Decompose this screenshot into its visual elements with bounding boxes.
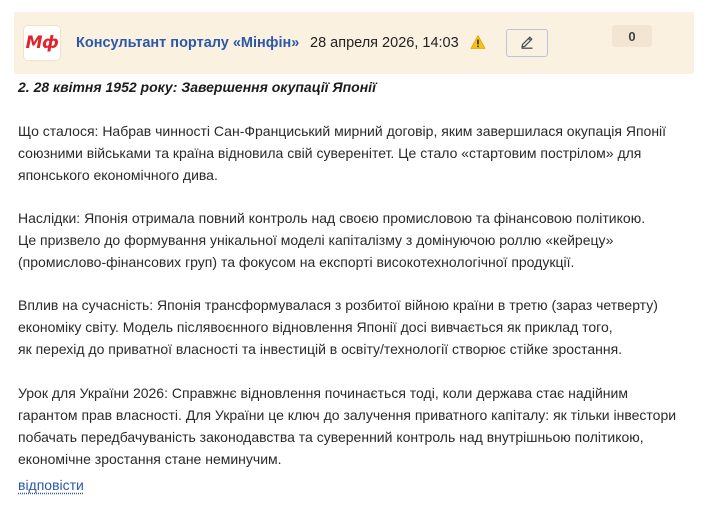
author-link[interactable]: Консультант порталу «Мінфін» [76,35,299,51]
logo-text: Мф [25,33,59,53]
text-line: Це призвело до формування унікальної мод… [18,232,614,248]
text-line: Наслідки: Японія отримала повний контрол… [18,210,646,226]
comment-card: Мф Консультант порталу «Мінфін» 28 апрел… [0,0,708,512]
post-headline: 2. 28 квітня 1952 року: Завершення окупа… [18,79,376,95]
text-line: Що сталося: Набрав чинності Сан-Францись… [18,123,667,139]
text-line: гарантом прав власності. Для України це … [18,407,677,423]
pencil-icon [519,34,535,53]
edit-button[interactable] [506,29,548,57]
text-line: японського економічного дива. [18,167,218,183]
author-avatar[interactable]: Мф [24,26,60,60]
paragraph-what-happened: Що сталося: Набрав чинності Сан-Францись… [18,120,666,186]
reply-link[interactable]: відповісти [18,477,84,493]
text-line: економічне зростання стане неминучим. [18,451,282,467]
post-date: 28 апреля 2026, 14:03 [310,35,459,51]
comment-header: Мф Консультант порталу «Мінфін» 28 апрел… [14,12,694,74]
vote-count[interactable]: 0 [612,25,652,47]
paragraph-modern-impact: Вплив на сучасність: Японія трансформува… [18,294,658,360]
warning-icon[interactable] [470,34,486,50]
paragraph-consequences: Наслідки: Японія отримала повний контрол… [18,207,645,273]
text-line: союзними військами та країна відновила с… [18,145,642,161]
text-line: Вплив на сучасність: Японія трансформува… [18,297,658,313]
text-line: (промислово-фінансових груп) та фокусом … [18,254,575,270]
comment-body: 2. 28 квітня 1952 року: Завершення окупа… [18,78,698,467]
text-line: як перехід до приватної власності та інв… [18,341,623,357]
text-line: економіку світу. Модель післявоєнного ві… [18,319,613,335]
paragraph-lesson-ukraine: Урок для України 2026: Справжнє відновле… [18,382,676,470]
text-line: побачать передбачуваність законодавства … [18,429,644,445]
text-line: Урок для України 2026: Справжнє відновле… [18,385,628,401]
